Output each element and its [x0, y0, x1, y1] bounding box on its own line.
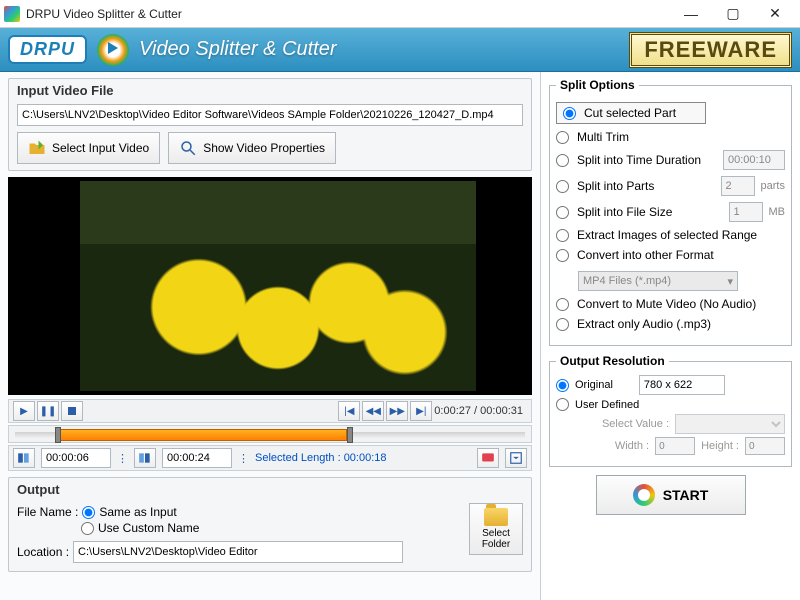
- extract-images-label: Extract Images of selected Range: [577, 228, 757, 242]
- select-value-label: Select Value :: [602, 418, 669, 430]
- user-defined-label: User Defined: [575, 399, 639, 411]
- resolution-combo[interactable]: [675, 414, 785, 434]
- select-input-video-button[interactable]: Select Input Video: [17, 132, 160, 164]
- user-defined-radio[interactable]: [556, 398, 569, 411]
- time-display: 0:00:27 / 00:00:31: [434, 405, 527, 417]
- original-label: Original: [575, 379, 613, 391]
- cut-selected-label: Cut selected Part: [584, 106, 676, 120]
- cut-selected-radio[interactable]: [563, 107, 576, 120]
- same-as-input-label: Same as Input: [99, 505, 176, 519]
- banner: DRPU Video Splitter & Cutter FREEWARE: [0, 28, 800, 72]
- split-options-title: Split Options: [556, 78, 639, 92]
- trim-end-field[interactable]: [162, 448, 232, 468]
- height-field[interactable]: [745, 437, 785, 455]
- forward-button[interactable]: ▶▶: [386, 401, 408, 421]
- magnifier-icon: [179, 139, 197, 157]
- snapshot-button[interactable]: [477, 448, 499, 468]
- select-input-label: Select Input Video: [52, 141, 149, 155]
- show-properties-button[interactable]: Show Video Properties: [168, 132, 336, 164]
- convert-format-label: Convert into other Format: [577, 248, 714, 262]
- multi-trim-radio[interactable]: [556, 131, 569, 144]
- show-properties-label: Show Video Properties: [203, 141, 325, 155]
- pause-button[interactable]: ❚❚: [37, 401, 59, 421]
- set-start-button[interactable]: [13, 448, 35, 468]
- location-label: Location :: [17, 545, 69, 559]
- filesize-label: Split into File Size: [577, 205, 672, 219]
- output-title: Output: [9, 478, 531, 499]
- start-icon: [633, 484, 655, 506]
- selected-length-label: Selected Length : 00:00:18: [255, 452, 387, 464]
- range-start-handle[interactable]: [55, 427, 61, 443]
- location-field[interactable]: [73, 541, 403, 563]
- original-res-radio[interactable]: [556, 379, 569, 392]
- close-button[interactable]: ✕: [754, 0, 796, 28]
- skip-end-button[interactable]: ▶|: [410, 401, 432, 421]
- custom-name-radio[interactable]: [81, 522, 94, 535]
- app-logo-icon: [97, 34, 129, 66]
- mute-video-radio[interactable]: [556, 298, 569, 311]
- titlebar: DRPU Video Splitter & Cutter — ▢ ✕: [0, 0, 800, 28]
- freeware-badge: FREEWARE: [629, 32, 792, 68]
- range-slider[interactable]: [8, 425, 532, 443]
- select-folder-label: Select Folder: [470, 528, 522, 550]
- maximize-button[interactable]: ▢: [712, 0, 754, 28]
- parts-label: Split into Parts: [577, 179, 654, 193]
- select-folder-button[interactable]: Select Folder: [469, 503, 523, 555]
- audio-only-label: Extract only Audio (.mp3): [577, 317, 711, 331]
- folder-icon: [484, 508, 508, 526]
- trim-start-field[interactable]: [41, 448, 111, 468]
- skip-start-button[interactable]: |◀: [338, 401, 360, 421]
- format-combo[interactable]: MP4 Files (*.mp4)▾: [578, 271, 738, 291]
- output-group: Output File Name : Same as Input Use Cus…: [8, 477, 532, 572]
- video-preview[interactable]: [8, 177, 532, 395]
- video-frame-image: [80, 181, 476, 391]
- width-field[interactable]: [655, 437, 695, 455]
- original-res-field[interactable]: [639, 375, 725, 395]
- width-label: Width :: [615, 440, 649, 452]
- time-duration-label: Split into Time Duration: [577, 153, 701, 167]
- height-label: Height :: [701, 440, 739, 452]
- convert-format-radio[interactable]: [556, 249, 569, 262]
- parts-field[interactable]: [721, 176, 755, 196]
- input-video-group: Input Video File Select Input Video: [8, 78, 532, 171]
- folder-open-icon: [28, 139, 46, 157]
- play-button[interactable]: ▶: [13, 401, 35, 421]
- parts-unit: parts: [761, 180, 785, 192]
- parts-radio[interactable]: [556, 180, 569, 193]
- input-path-field[interactable]: [17, 104, 523, 126]
- same-as-input-radio[interactable]: [82, 506, 95, 519]
- range-end-handle[interactable]: [347, 427, 353, 443]
- audio-only-radio[interactable]: [556, 318, 569, 331]
- fullscreen-button[interactable]: [505, 448, 527, 468]
- time-duration-radio[interactable]: [556, 154, 569, 167]
- split-options-group: Split Options Cut selected Part Multi Tr…: [549, 78, 792, 346]
- window-title: DRPU Video Splitter & Cutter: [26, 7, 670, 21]
- app-title: Video Splitter & Cutter: [139, 38, 629, 61]
- resolution-title: Output Resolution: [556, 354, 669, 368]
- filesize-unit: MB: [769, 206, 786, 218]
- start-button[interactable]: START: [596, 475, 746, 515]
- time-duration-field[interactable]: [723, 150, 785, 170]
- filesize-radio[interactable]: [556, 206, 569, 219]
- extract-images-radio[interactable]: [556, 229, 569, 242]
- resolution-group: Output Resolution Original User Defined …: [549, 354, 792, 467]
- filesize-field[interactable]: [729, 202, 763, 222]
- stop-button[interactable]: [61, 401, 83, 421]
- set-end-button[interactable]: [134, 448, 156, 468]
- minimize-button[interactable]: —: [670, 0, 712, 28]
- brand-logo: DRPU: [8, 35, 87, 64]
- start-label: START: [663, 487, 709, 503]
- filename-label: File Name :: [17, 505, 78, 519]
- playback-bar: ▶ ❚❚ |◀ ◀◀ ▶▶ ▶| 0:00:27 / 00:00:31: [8, 399, 532, 423]
- input-group-title: Input Video File: [9, 79, 531, 100]
- trim-row: ⋮ ⋮ Selected Length : 00:00:18: [8, 445, 532, 471]
- mute-video-label: Convert to Mute Video (No Audio): [577, 297, 756, 311]
- chevron-down-icon: ▾: [727, 275, 733, 288]
- rewind-button[interactable]: ◀◀: [362, 401, 384, 421]
- custom-name-label: Use Custom Name: [98, 521, 199, 535]
- multi-trim-label: Multi Trim: [577, 130, 629, 144]
- app-icon: [4, 6, 20, 22]
